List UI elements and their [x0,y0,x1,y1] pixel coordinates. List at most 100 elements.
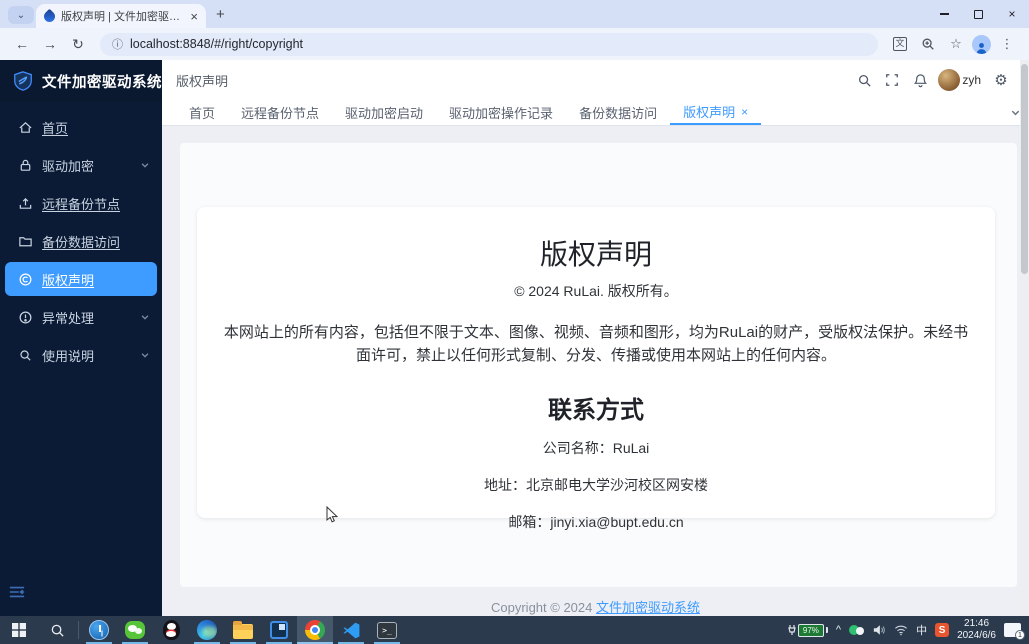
tab-drive-encrypt-log[interactable]: 驱动加密操作记录 [436,100,566,125]
zoom-icon[interactable] [916,33,940,55]
search-icon[interactable] [850,66,878,94]
speaker-icon[interactable] [872,624,886,636]
browser-profile-avatar[interactable] [972,34,991,54]
browser-tabstrip: ⌄ 版权声明 | 文件加密驱动系统 × + × [0,0,1029,28]
reload-button[interactable]: ↻ [66,32,90,56]
ime-indicator[interactable]: 中 [916,622,927,638]
app-logo: 文件加密驱动系统 [0,60,162,102]
back-button[interactable]: ← [10,32,34,56]
taskbar-app-explorer[interactable] [225,616,261,644]
terminal-icon: >_ [377,621,397,639]
system-tray: 97% ^ 中 S 21:46 2024/6/6 1 [788,616,1029,644]
sidebar-item-label: 版权声明 [42,272,95,288]
footer-app-link[interactable]: 文件加密驱动系统 [596,600,700,615]
sidebar-item-usage[interactable]: 使用说明 [0,336,162,374]
sidebar-item-label: 远程备份节点 [42,196,121,212]
bookmark-star-icon[interactable]: ☆ [944,33,968,55]
tab-remote-backup[interactable]: 远程备份节点 [228,100,332,125]
sidebar-item-copyright[interactable]: 版权声明 [5,262,157,296]
browser-toolbar: ← → ↻ ⓘ localhost:8848/#/right/copyright… [0,28,1029,60]
username: zyh [962,73,981,87]
gear-icon[interactable]: ⚙ [987,66,1015,94]
maximize-button[interactable] [961,0,995,28]
copyright-paragraph: 本网站上的所有内容，包括但不限于文本、图像、视频、音频和图形，均为RuLai的财… [223,324,969,365]
warning-circle-icon [19,311,32,323]
tab-search-button[interactable]: ⌄ [8,6,34,24]
tab-close-icon[interactable]: × [741,105,748,119]
tab-copyright[interactable]: 版权声明 × [670,100,762,125]
wechat-icon [125,621,145,639]
screen: ⌄ 版权声明 | 文件加密驱动系统 × + × ← → ↻ ⓘ localhos… [0,0,1029,644]
sidebar-item-home[interactable]: 首页 [0,108,162,146]
translate-icon[interactable]: 文 [888,33,912,55]
page-tabs: 首页 远程备份节点 驱动加密启动 驱动加密操作记录 备份数据访问 版权声明 × [162,100,1029,126]
chrome-icon [305,620,325,640]
sidebar-item-exception[interactable]: 异常处理 [0,298,162,336]
sidebar-item-label: 使用说明 [42,348,95,364]
taskbar-app-clock[interactable] [81,616,117,644]
minimize-button[interactable] [927,0,961,28]
start-button[interactable] [0,616,38,644]
edge-icon [197,620,217,640]
taskbar-app-terminal[interactable]: >_ [369,616,405,644]
clock-app-icon [89,620,109,640]
taskbar-app-edge[interactable] [189,616,225,644]
tab-backup-data[interactable]: 备份数据访问 [566,100,670,125]
sidebar-item-backup-data[interactable]: 备份数据访问 [0,222,162,260]
tab-drive-encrypt-start[interactable]: 驱动加密启动 [332,100,436,125]
vscode-icon [343,622,359,638]
maximize-icon [973,9,983,19]
chevron-down-icon [141,315,149,320]
taskbar: >_ 97% ^ 中 S 21:46 2024/6/6 1 [0,616,1029,644]
taskbar-app-chrome[interactable] [297,616,333,644]
new-tab-button[interactable]: + [216,7,225,22]
scrollbar-thumb[interactable] [1021,64,1028,274]
wifi-icon[interactable] [894,624,908,636]
company-name: 公司名称：RuLai [542,439,650,456]
tray-time: 21:46 [964,617,990,629]
tray-expand-icon[interactable]: ^ [836,624,841,636]
chevron-down-icon [141,163,149,168]
app-title: 文件加密驱动系统 [42,74,162,91]
vm-window-icon [270,621,288,639]
browser-tab[interactable]: 版权声明 | 文件加密驱动系统 × [36,4,206,28]
address-bar[interactable]: ⓘ localhost:8848/#/right/copyright [100,32,878,56]
sidebar: 文件加密驱动系统 首页 驱动加密 远程备份节点 备份数据访问 版权声明 异常处理… [0,60,162,616]
bell-icon[interactable] [906,66,934,94]
windows-icon [12,623,26,637]
upload-node-icon [19,197,32,209]
taskbar-app-qq[interactable] [153,616,189,644]
sidebar-item-label: 异常处理 [42,310,95,326]
taskbar-separator [78,621,79,639]
sidebar-item-remote-backup[interactable]: 远程备份节点 [0,184,162,222]
battery-percent: 97% [797,623,824,637]
sidebar-collapse-button[interactable] [9,585,25,604]
close-button[interactable]: × [995,0,1029,28]
taskbar-clock[interactable]: 21:46 2024/6/6 [957,618,996,643]
site-info-icon[interactable]: ⓘ [112,36,123,52]
taskbar-app-wechat[interactable] [117,616,153,644]
browser-menu-icon[interactable]: ⋮ [995,33,1019,55]
user-avatar[interactable] [938,69,961,91]
notification-center-icon[interactable]: 1 [1004,623,1025,640]
sidebar-item-drive-encrypt[interactable]: 驱动加密 [0,146,162,184]
company-email: 邮箱：jinyi.xia@bupt.edu.cn [508,513,684,530]
tab-close-icon[interactable]: × [190,10,198,23]
taskbar-app-vm[interactable] [261,616,297,644]
fullscreen-icon[interactable] [878,66,906,94]
sidebar-item-label: 备份数据访问 [42,234,121,250]
sidebar-menu: 首页 驱动加密 远程备份节点 备份数据访问 版权声明 异常处理 使用说明 [0,102,162,374]
page-scrollbar[interactable] [1020,60,1029,616]
main-column: 版权声明 zyh ⚙ 首页 远程备份节点 驱动加密启动 驱动加密操作记录 备份数… [162,60,1029,616]
copyright-icon [19,273,32,285]
forward-button[interactable]: → [38,32,62,56]
app-header: 版权声明 zyh ⚙ [162,60,1029,100]
taskbar-app-vscode[interactable] [333,616,369,644]
tab-home[interactable]: 首页 [176,100,228,125]
sogou-s-icon[interactable]: S [935,623,950,637]
taskbar-search-button[interactable] [38,616,76,644]
battery-indicator[interactable]: 97% [788,623,828,637]
input-method-icon[interactable] [849,624,865,636]
sidebar-item-label: 驱动加密 [42,158,95,174]
contact-title: 联系方式 [548,396,644,424]
